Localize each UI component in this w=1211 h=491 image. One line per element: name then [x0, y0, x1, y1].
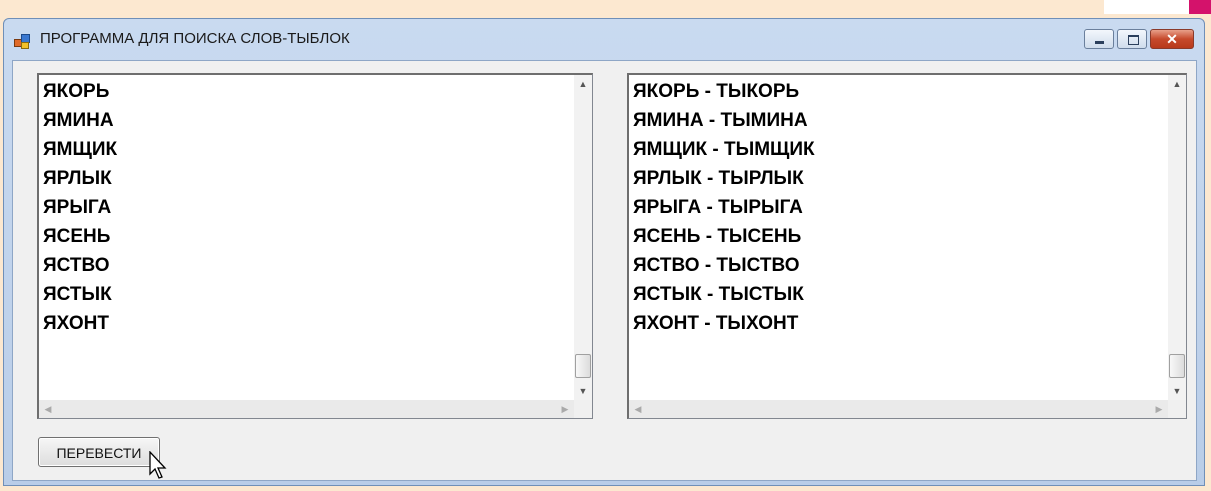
result-words-list: ЯКОРЬ - ТЫКОРЬ ЯМИНА - ТЫМИНА ЯМЩИК - ТЫ… [633, 77, 815, 338]
translate-button[interactable]: ПЕРЕВЕСТИ [38, 437, 160, 467]
vertical-scrollbar[interactable]: ▲ ▼ [1168, 75, 1186, 400]
list-item[interactable]: ЯМЩИК - ТЫМЩИК [633, 135, 815, 164]
title-bar[interactable]: ПРОГРАММА ДЛЯ ПОИСКА СЛОВ-ТЫБЛОК ✕ [4, 19, 1204, 59]
scroll-right-icon[interactable]: ▶ [1150, 400, 1168, 418]
list-item[interactable]: ЯСТЫК [43, 280, 117, 309]
list-item[interactable]: ЯРЫГА - ТЫРЫГА [633, 193, 815, 222]
list-item[interactable]: ЯХОНТ [43, 309, 117, 338]
list-item[interactable]: ЯСТВО [43, 251, 117, 280]
scroll-left-icon[interactable]: ◀ [629, 400, 647, 418]
result-words-listbox[interactable]: ЯКОРЬ - ТЫКОРЬ ЯМИНА - ТЫМИНА ЯМЩИК - ТЫ… [627, 73, 1187, 419]
window-title: ПРОГРАММА ДЛЯ ПОИСКА СЛОВ-ТЫБЛОК [40, 30, 350, 47]
app-icon [14, 34, 30, 49]
scroll-corner [1168, 400, 1186, 418]
maximize-icon [1128, 35, 1139, 45]
list-item[interactable]: ЯСЕНЬ - ТЫСЕНЬ [633, 222, 815, 251]
scroll-thumb[interactable] [1169, 354, 1185, 378]
close-button[interactable]: ✕ [1150, 29, 1194, 49]
window-controls: ✕ [1081, 29, 1194, 51]
scroll-corner [574, 400, 592, 418]
list-item[interactable]: ЯХОНТ - ТЫХОНТ [633, 309, 815, 338]
list-item[interactable]: ЯСТЫК - ТЫСТЫК [633, 280, 815, 309]
list-item[interactable]: ЯРЛЫК - ТЫРЛЫК [633, 164, 815, 193]
background-accent-block [1189, 0, 1211, 14]
source-words-listbox[interactable]: ЯКОРЬ ЯМИНА ЯМЩИК ЯРЛЫК ЯРЫГА ЯСЕНЬ ЯСТВ… [37, 73, 593, 419]
app-window: ПРОГРАММА ДЛЯ ПОИСКА СЛОВ-ТЫБЛОК ✕ ЯКОРЬ… [3, 18, 1205, 486]
list-item[interactable]: ЯКОРЬ - ТЫКОРЬ [633, 77, 815, 106]
scroll-up-icon[interactable]: ▲ [1168, 75, 1186, 93]
horizontal-scrollbar[interactable]: ◀ ▶ [629, 400, 1168, 418]
maximize-button[interactable] [1117, 29, 1147, 49]
background-white-block [1104, 0, 1189, 14]
list-item[interactable]: ЯКОРЬ [43, 77, 117, 106]
scroll-down-icon[interactable]: ▼ [574, 382, 592, 400]
mouse-pointer-icon [149, 451, 167, 479]
list-item[interactable]: ЯМЩИК [43, 135, 117, 164]
source-words-list: ЯКОРЬ ЯМИНА ЯМЩИК ЯРЛЫК ЯРЫГА ЯСЕНЬ ЯСТВ… [43, 77, 117, 338]
list-item[interactable]: ЯРЛЫК [43, 164, 117, 193]
scroll-right-icon[interactable]: ▶ [556, 400, 574, 418]
list-item[interactable]: ЯМИНА [43, 106, 117, 135]
vertical-scrollbar[interactable]: ▲ ▼ [574, 75, 592, 400]
minimize-icon [1095, 41, 1104, 44]
minimize-button[interactable] [1084, 29, 1114, 49]
client-area: ЯКОРЬ ЯМИНА ЯМЩИК ЯРЛЫК ЯРЫГА ЯСЕНЬ ЯСТВ… [12, 60, 1197, 481]
scroll-up-icon[interactable]: ▲ [574, 75, 592, 93]
horizontal-scrollbar[interactable]: ◀ ▶ [39, 400, 574, 418]
scroll-thumb[interactable] [575, 354, 591, 378]
close-icon: ✕ [1166, 31, 1178, 47]
scroll-down-icon[interactable]: ▼ [1168, 382, 1186, 400]
list-item[interactable]: ЯСТВО - ТЫСТВО [633, 251, 815, 280]
list-item[interactable]: ЯМИНА - ТЫМИНА [633, 106, 815, 135]
scroll-left-icon[interactable]: ◀ [39, 400, 57, 418]
list-item[interactable]: ЯРЫГА [43, 193, 117, 222]
list-item[interactable]: ЯСЕНЬ [43, 222, 117, 251]
